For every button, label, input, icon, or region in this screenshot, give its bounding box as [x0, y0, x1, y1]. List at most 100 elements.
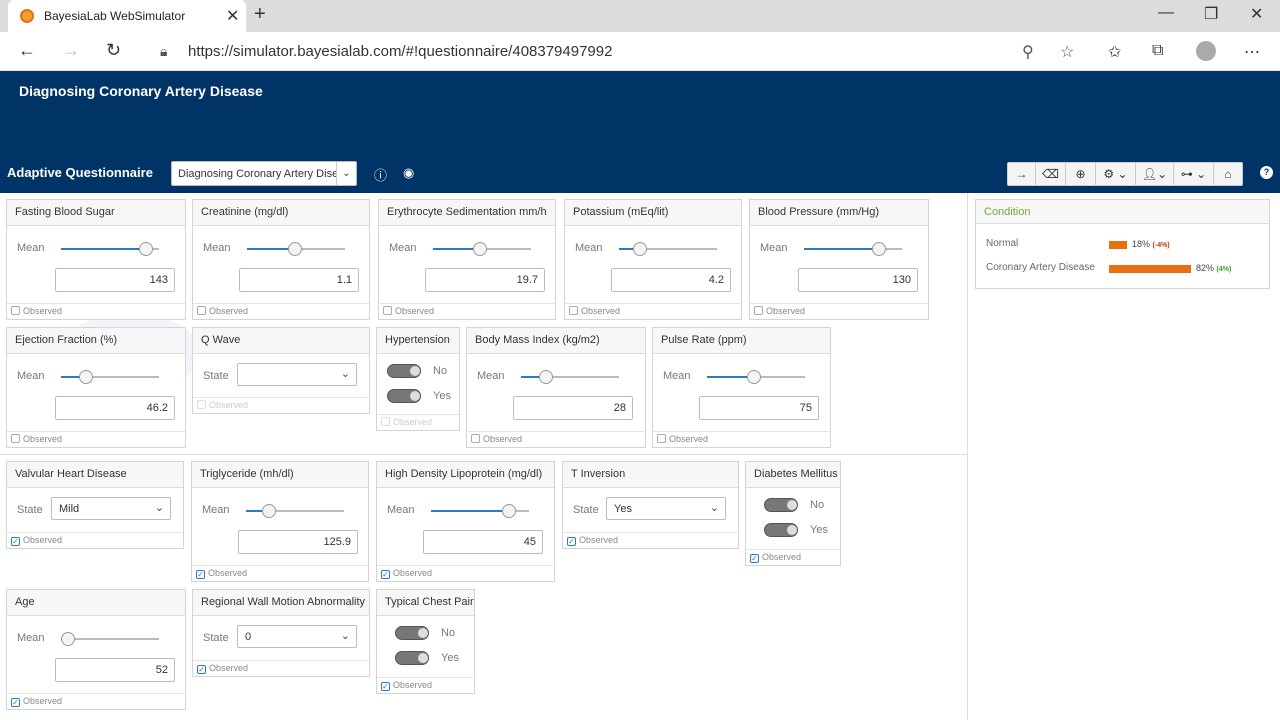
url-box[interactable]: 🔒︎ https://simulator.bayesialab.com/#!qu… [146, 36, 1094, 68]
observed-checkbox[interactable]: Observed [750, 303, 928, 319]
eraser-icon[interactable]: ⌫ [1036, 163, 1066, 185]
observed-checkbox[interactable]: Observed [193, 397, 369, 413]
url-text[interactable]: https://simulator.bayesialab.com/#!quest… [188, 43, 612, 60]
observed-checkbox[interactable]: Observed [379, 303, 555, 319]
card-hdl: High Density Lipoprotein (mg/dl) Mean 45… [376, 461, 555, 582]
pulse-input[interactable]: 75 [699, 396, 819, 420]
esr-slider[interactable] [433, 242, 531, 256]
info-icon[interactable]: ⓘ [374, 165, 387, 184]
creatinine-input[interactable]: 1.1 [239, 268, 359, 292]
observed-checkbox[interactable]: ✓ Observed [7, 532, 183, 548]
card-title: Diabetes Mellitus [746, 462, 840, 488]
card-erythrocyte-sedimentation: Erythrocyte Sedimentation mm/h Mean 19.7… [378, 199, 556, 320]
condition-row-normal: Normal 18% (-4%) [986, 238, 1170, 252]
observed-checkbox[interactable]: Observed [653, 431, 830, 447]
eye-icon[interactable]: ◉ [403, 165, 414, 181]
restore-icon[interactable]: ❐ [1204, 4, 1218, 24]
observed-checkbox[interactable]: Observed [377, 414, 459, 430]
divider [0, 454, 967, 455]
questionnaire-select[interactable]: Diagnosing Coronary Artery Disease ⌄ [171, 161, 357, 186]
profile-avatar[interactable] [1196, 41, 1216, 61]
fbs-input[interactable]: 143 [55, 268, 175, 292]
card-title: Age [7, 590, 185, 616]
forward-icon[interactable]: → [62, 40, 80, 61]
favorite-star-icon[interactable]: ☆ [1060, 42, 1074, 62]
observed-checkbox[interactable]: ✓ Observed [192, 565, 368, 581]
t-inversion-select[interactable]: Yes ⌄ [606, 497, 726, 520]
card-pulse-rate: Pulse Rate (ppm) Mean 75 Observed [652, 327, 831, 448]
network-icon[interactable]: ⊶ ⌄ [1174, 163, 1214, 185]
help-icon[interactable]: ? [1260, 166, 1273, 179]
close-tab-icon[interactable]: ✕ [226, 6, 239, 26]
observed-checkbox[interactable]: ✓ Observed [377, 565, 554, 581]
hdl-input[interactable]: 45 [423, 530, 543, 554]
card-ejection-fraction: Ejection Fraction (%) Mean 46.2 Observed [6, 327, 186, 448]
observed-checkbox[interactable]: Observed [565, 303, 741, 319]
card-creatinine: Creatinine (mg/dl) Mean 1.1 Observed [192, 199, 370, 320]
card-age: Age Mean 52 ✓ Observed [6, 589, 186, 710]
bmi-slider[interactable] [521, 370, 619, 384]
collections-icon[interactable]: ⧉ [1152, 42, 1163, 60]
state-label: State [573, 504, 599, 516]
pulse-slider[interactable] [707, 370, 805, 384]
favorites-icon[interactable]: ✩ [1108, 42, 1121, 62]
close-window-icon[interactable]: ✕ [1250, 4, 1263, 24]
observed-checkbox[interactable]: ✓ Observed [7, 693, 185, 709]
hdl-slider[interactable] [431, 504, 529, 518]
rwma-select[interactable]: 0 ⌄ [237, 625, 357, 648]
settings-gear-icon[interactable]: ⚙ ⌄ [1096, 163, 1136, 185]
observed-checkbox[interactable]: Observed [193, 303, 369, 319]
card-title: T Inversion [563, 462, 738, 488]
creatinine-slider[interactable] [247, 242, 345, 256]
ef-slider[interactable] [61, 370, 159, 384]
esr-input[interactable]: 19.7 [425, 268, 545, 292]
observed-checkbox[interactable]: Observed [7, 303, 185, 319]
user-icon[interactable]: 👤︎⌄ [1136, 163, 1174, 185]
card-hypertension: Hypertension No Yes Observed [376, 327, 460, 431]
observed-checkbox[interactable]: ✓ Observed [193, 660, 369, 676]
mean-label: Mean [477, 370, 505, 382]
age-slider[interactable] [61, 632, 159, 646]
page-title: Diagnosing Coronary Artery Disease [19, 83, 263, 99]
observed-checkbox[interactable]: ✓ Observed [377, 677, 474, 693]
card-q-wave: Q Wave State ⌄ Observed [192, 327, 370, 414]
minimize-icon[interactable]: — [1158, 4, 1174, 22]
home-icon[interactable]: ⌂ [1214, 163, 1242, 185]
zoom-icon[interactable]: ⚲ [1022, 42, 1034, 62]
fbs-slider[interactable] [61, 242, 159, 256]
card-title: Triglyceride (mh/dl) [192, 462, 368, 488]
age-input[interactable]: 52 [55, 658, 175, 682]
potassium-slider[interactable] [619, 242, 717, 256]
q-wave-select[interactable]: ⌄ [237, 363, 357, 386]
bp-input[interactable]: 130 [798, 268, 918, 292]
add-circle-icon[interactable]: ⊕ [1066, 163, 1096, 185]
valvular-select[interactable]: Mild ⌄ [51, 497, 171, 520]
observed-checkbox[interactable]: ✓ Observed [746, 549, 840, 565]
card-typical-chest-pain: Typical Chest Pain No Yes ✓ Observed [376, 589, 475, 694]
observed-checkbox[interactable]: Observed [467, 431, 645, 447]
triglyceride-slider[interactable] [246, 504, 344, 518]
bmi-input[interactable]: 28 [513, 396, 633, 420]
refresh-icon[interactable]: ↻ [106, 40, 121, 61]
condition-value: 18% (-4%) [1132, 239, 1170, 249]
condition-bar [1109, 265, 1191, 273]
card-body-mass-index: Body Mass Index (kg/m2) Mean 28 Observed [466, 327, 646, 448]
divider [967, 193, 968, 720]
triglyceride-input[interactable]: 125.9 [238, 530, 358, 554]
mean-label: Mean [575, 242, 603, 254]
observed-checkbox[interactable]: ✓ Observed [563, 532, 738, 548]
ef-input[interactable]: 46.2 [55, 396, 175, 420]
card-title: Erythrocyte Sedimentation mm/h [379, 200, 555, 226]
chevron-down-icon: ⌄ [154, 502, 164, 514]
browser-tab[interactable]: BayesiaLab WebSimulator ✕ [8, 0, 246, 32]
more-icon[interactable]: ⋯ [1244, 42, 1260, 62]
potassium-input[interactable]: 4.2 [611, 268, 731, 292]
observed-checkbox[interactable]: Observed [7, 431, 185, 447]
card-triglyceride: Triglyceride (mh/dl) Mean 125.9 ✓ Observe… [191, 461, 369, 582]
chevron-down-icon: ⌄ [336, 162, 356, 185]
condition-label: Normal [986, 238, 1019, 249]
bp-slider[interactable] [804, 242, 902, 256]
new-tab-icon[interactable]: + [254, 3, 266, 26]
next-arrow-icon[interactable]: → [1008, 163, 1036, 185]
back-icon[interactable]: ← [18, 40, 36, 61]
